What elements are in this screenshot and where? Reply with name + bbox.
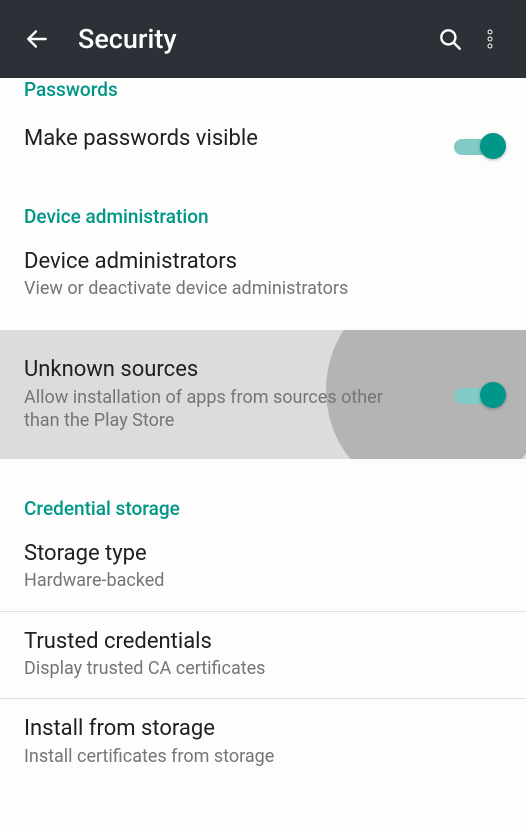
- section-header-device-admin: Device administration: [0, 187, 526, 232]
- section-header-credential-storage: Credential storage: [0, 479, 526, 524]
- switch-thumb: [480, 382, 506, 408]
- back-button[interactable]: [18, 26, 56, 52]
- setting-subtitle: Install certificates from storage: [24, 745, 502, 768]
- more-vertical-icon: [478, 27, 502, 51]
- setting-make-passwords-visible[interactable]: Make passwords visible: [0, 105, 526, 187]
- setting-storage-type[interactable]: Storage type Hardware-backed: [0, 524, 526, 612]
- overflow-menu-button[interactable]: [472, 27, 508, 51]
- settings-list: Passwords Make passwords visible Device …: [0, 76, 526, 786]
- page-title: Security: [78, 23, 428, 55]
- setting-device-administrators[interactable]: Device administrators View or deactivate…: [0, 232, 526, 319]
- section-header-passwords: Passwords: [0, 76, 526, 105]
- setting-trusted-credentials[interactable]: Trusted credentials Display trusted CA c…: [0, 612, 526, 700]
- search-icon: [437, 26, 463, 52]
- setting-title: Unknown sources: [24, 356, 502, 384]
- setting-subtitle: View or deactivate device administrators: [24, 277, 502, 300]
- spacer: [0, 459, 526, 479]
- switch-unknown-sources[interactable]: [454, 384, 502, 406]
- setting-title: Device administrators: [24, 248, 502, 276]
- setting-subtitle: Display trusted CA certificates: [24, 657, 502, 680]
- setting-title: Storage type: [24, 540, 502, 568]
- search-button[interactable]: [428, 26, 472, 52]
- setting-unknown-sources[interactable]: Unknown sources Allow installation of ap…: [0, 330, 526, 458]
- setting-title: Make passwords visible: [24, 125, 502, 153]
- switch-thumb: [480, 133, 506, 159]
- arrow-left-icon: [24, 26, 50, 52]
- setting-subtitle: Hardware-backed: [24, 569, 502, 592]
- setting-title: Install from storage: [24, 715, 502, 743]
- app-bar: Security: [0, 0, 526, 78]
- setting-subtitle: Allow installation of apps from sources …: [24, 386, 502, 433]
- setting-title: Trusted credentials: [24, 628, 502, 656]
- switch-make-passwords-visible[interactable]: [454, 135, 502, 157]
- setting-install-from-storage[interactable]: Install from storage Install certificate…: [0, 699, 526, 786]
